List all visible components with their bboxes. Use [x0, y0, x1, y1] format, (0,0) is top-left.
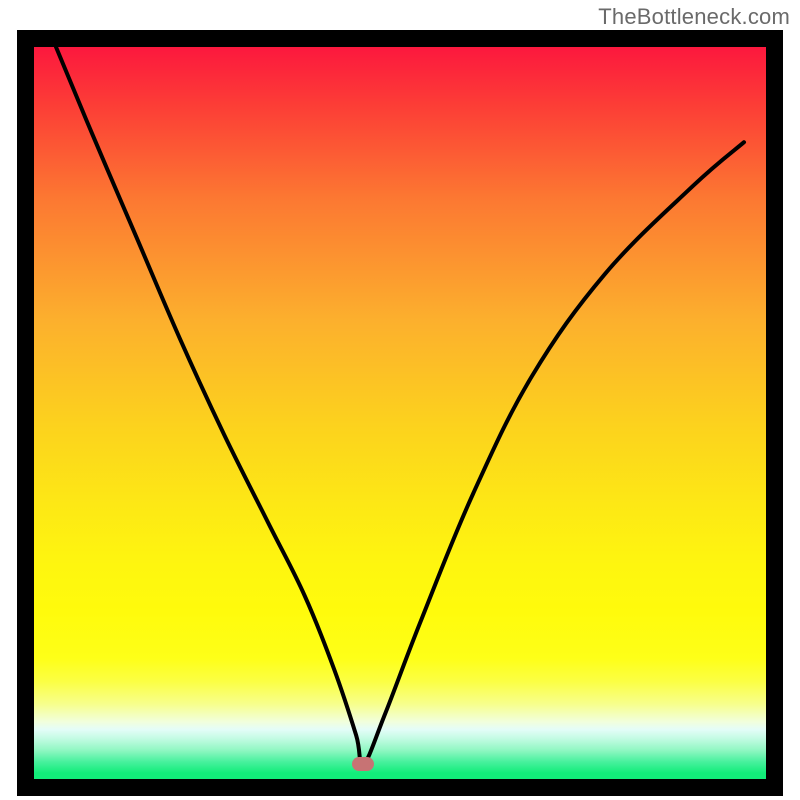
- optimal-point-marker: [352, 757, 374, 771]
- bottleneck-curve: [17, 30, 783, 796]
- attribution-text: TheBottleneck.com: [598, 4, 790, 30]
- chart-frame: [17, 30, 783, 796]
